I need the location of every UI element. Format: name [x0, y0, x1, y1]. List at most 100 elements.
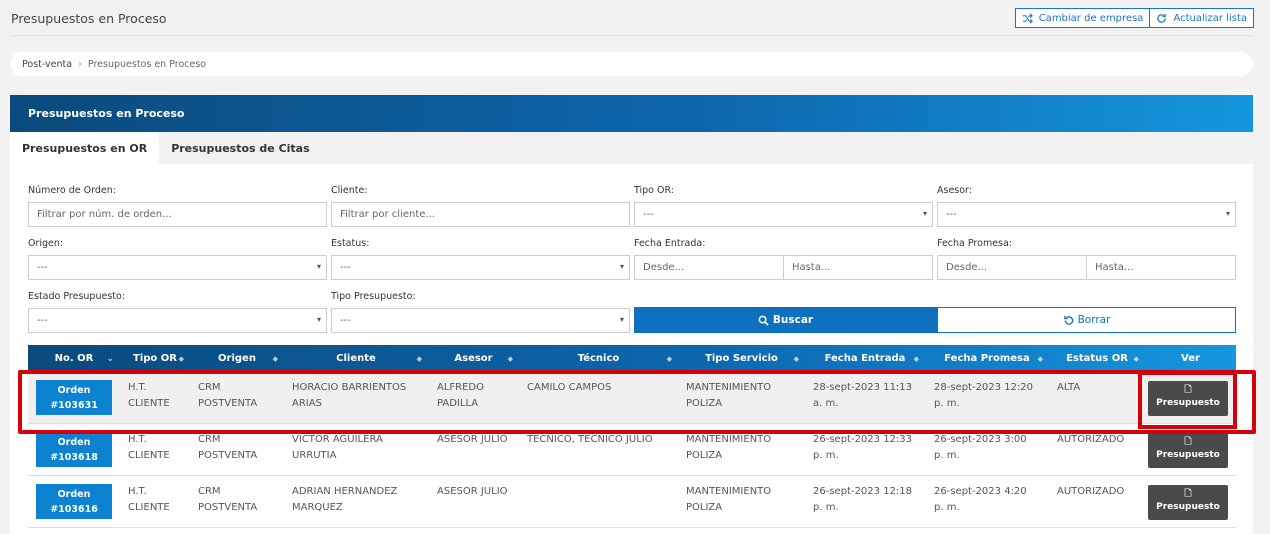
tipo-or-select[interactable]: ---: [634, 202, 933, 227]
th-cliente[interactable]: Cliente ◆: [284, 345, 428, 372]
cell-fecha-promesa: 26-sept-2023 4:20 p. m.: [934, 486, 1027, 513]
th-asesor[interactable]: Asesor ◆: [428, 345, 519, 372]
shuffle-icon: [1022, 13, 1033, 23]
origen-label: Origen:: [28, 238, 64, 249]
th-ver: Ver: [1181, 353, 1200, 364]
chevron-right-icon: ›: [78, 58, 82, 70]
estado-presupuesto-select[interactable]: ---: [28, 308, 327, 333]
numero-orden-input[interactable]: Filtrar por núm. de orden...: [28, 202, 327, 227]
panel-header: Presupuestos en Proceso: [10, 95, 1253, 132]
fecha-promesa-desde[interactable]: Desde...: [937, 255, 1087, 280]
cell-origen: CRM POSTVENTA: [198, 382, 258, 409]
cell-tipo-or: H.T. CLIENTE: [128, 382, 170, 409]
main-panel: Presupuestos en Proceso Presupuestos en …: [10, 95, 1253, 534]
tipo-or-label: Tipo OR:: [634, 185, 674, 196]
breadcrumb-current: Presupuestos en Proceso: [87, 58, 207, 70]
th-estatus-or[interactable]: Estatus OR ◆: [1049, 345, 1145, 372]
table-header: No. OR ⌄ Tipo OR ◆ Origen ◆ Cliente ◆ Asesor…: [28, 345, 1236, 372]
tab-presupuestos-or[interactable]: Presupuestos en OR: [10, 132, 160, 164]
orden-button[interactable]: Orden #103631: [36, 380, 112, 415]
cell-tipo-servicio: MANTENIMIENTO POLIZA: [686, 486, 772, 513]
cell-fecha-entrada: 26-sept-2023 12:18 p. m.: [813, 486, 913, 513]
clipboard-icon: 🗋: [1184, 489, 1192, 499]
sort-icon: ◆: [1133, 354, 1139, 363]
fecha-promesa-hasta[interactable]: Hasta...: [1086, 255, 1236, 280]
cell-tipo-or: H.T. CLIENTE: [128, 434, 170, 461]
sort-icon: ◆: [793, 354, 799, 363]
estatus-select[interactable]: ---: [331, 255, 630, 280]
asesor-select[interactable]: ---: [937, 202, 1236, 227]
fecha-entrada-hasta[interactable]: Hasta...: [783, 255, 933, 280]
undo-icon: [1063, 315, 1073, 325]
sort-icon: ◆: [507, 354, 513, 363]
clipboard-icon: 🗋: [1184, 385, 1192, 395]
tipo-presupuesto-label: Tipo Presupuesto:: [331, 291, 416, 302]
borrar-label: Borrar: [1077, 314, 1111, 326]
cell-cliente: VICTOR AGUILERA URRUTIA: [292, 434, 383, 461]
refresh-list-label: Actualizar lista: [1173, 12, 1247, 24]
cell-fecha-promesa: 28-sept-2023 12:20 p. m.: [934, 382, 1034, 409]
cell-estatus: AUTORIZADO: [1057, 486, 1125, 497]
th-fecha-entrada[interactable]: Fecha Entrada ◆: [805, 345, 925, 372]
numero-orden-label: Número de Orden:: [28, 185, 116, 196]
search-icon: [758, 315, 769, 326]
tab-presupuestos-citas[interactable]: Presupuestos de Citas: [159, 132, 321, 164]
orden-button[interactable]: Orden #103616: [36, 484, 112, 519]
refresh-icon: [1157, 13, 1167, 23]
top-bar: Presupuestos en Proceso Cambiar de empre…: [10, 0, 1254, 36]
sort-icon: ◆: [416, 354, 422, 363]
buscar-label: Buscar: [772, 314, 814, 326]
sort-icon: ◆: [666, 354, 672, 363]
presupuesto-button[interactable]: 🗋 Presupuesto: [1148, 433, 1228, 468]
breadcrumb-root[interactable]: Post-venta: [22, 59, 72, 70]
cell-fecha-promesa: 26-sept-2023 3:00 p. m.: [934, 434, 1027, 461]
top-actions: Cambiar de empresa Actualizar lista: [1014, 8, 1254, 28]
refresh-list-button[interactable]: Actualizar lista: [1150, 8, 1254, 28]
cliente-input[interactable]: Filtrar por cliente...: [331, 202, 630, 227]
cell-fecha-entrada: 28-sept-2023 11:13 a. m.: [813, 382, 913, 409]
cell-asesor: ASESOR JULIO: [437, 434, 508, 445]
sort-icon: ◆: [913, 354, 919, 363]
cell-origen: CRM POSTVENTA: [198, 486, 258, 513]
breadcrumb: Post-venta › Presupuestos en Proceso: [10, 52, 1253, 76]
sort-icon: ◆: [178, 354, 184, 363]
th-no-or[interactable]: No. OR ⌄: [28, 345, 120, 372]
estatus-label: Estatus:: [331, 238, 370, 249]
cell-cliente: HORACIO BARRIENTOS ARIAS: [292, 382, 407, 409]
cell-cliente: ADRIAN HERNANDEZ MARQUEZ: [292, 486, 398, 513]
asesor-label: Asesor:: [937, 185, 972, 196]
estado-presupuesto-label: Estado Presupuesto:: [28, 291, 126, 302]
buscar-button[interactable]: Buscar: [634, 307, 937, 333]
th-fecha-promesa[interactable]: Fecha Promesa ◆: [925, 345, 1049, 372]
fecha-promesa-label: Fecha Promesa:: [937, 238, 1013, 249]
cell-tecnico: TECNICO, TECNICO JULIO: [527, 434, 653, 445]
table-row: Orden #103631 H.T. CLIENTE CRM POSTVENTA HO…: [28, 372, 1236, 424]
th-tecnico[interactable]: Técnico ◆: [519, 345, 678, 372]
presupuesto-button[interactable]: 🗋 Presupuesto: [1148, 381, 1228, 416]
orden-button[interactable]: Orden #103618: [36, 432, 112, 467]
sort-icon: ◆: [272, 354, 278, 363]
table-row: Orden #103616 H.T. CLIENTE CRM POSTVENTA AD…: [28, 476, 1236, 528]
th-origen[interactable]: Origen ◆: [190, 345, 284, 372]
borrar-button[interactable]: Borrar: [937, 307, 1236, 333]
th-tipo-or[interactable]: Tipo OR ◆: [120, 345, 190, 372]
table-row: Orden #103618 H.T. CLIENTE CRM POSTVENTA VI…: [28, 424, 1236, 476]
fecha-entrada-label: Fecha Entrada:: [634, 238, 706, 249]
tab-bar: Presupuestos en OR Presupuestos de Citas: [10, 132, 1253, 164]
cell-fecha-entrada: 26-sept-2023 12:33 p. m.: [813, 434, 913, 461]
th-tipo-servicio[interactable]: Tipo Servicio ◆: [678, 345, 805, 372]
fecha-entrada-desde[interactable]: Desde...: [634, 255, 784, 280]
cell-estatus: ALTA: [1057, 382, 1081, 393]
chevron-down-icon: ⌄: [106, 353, 114, 364]
cell-tipo-or: H.T. CLIENTE: [128, 486, 170, 513]
cliente-label: Cliente:: [331, 185, 368, 196]
change-company-button[interactable]: Cambiar de empresa: [1014, 8, 1151, 28]
sort-icon: ◆: [1037, 354, 1043, 363]
origen-select[interactable]: ---: [28, 255, 327, 280]
change-company-label: Cambiar de empresa: [1038, 12, 1144, 24]
cell-estatus: AUTORIZADO: [1057, 434, 1125, 445]
presupuesto-button[interactable]: 🗋 Presupuesto: [1148, 485, 1228, 520]
tipo-presupuesto-select[interactable]: ---: [331, 308, 630, 333]
cell-origen: CRM POSTVENTA: [198, 434, 258, 461]
page-title: Presupuestos en Proceso: [11, 11, 167, 26]
